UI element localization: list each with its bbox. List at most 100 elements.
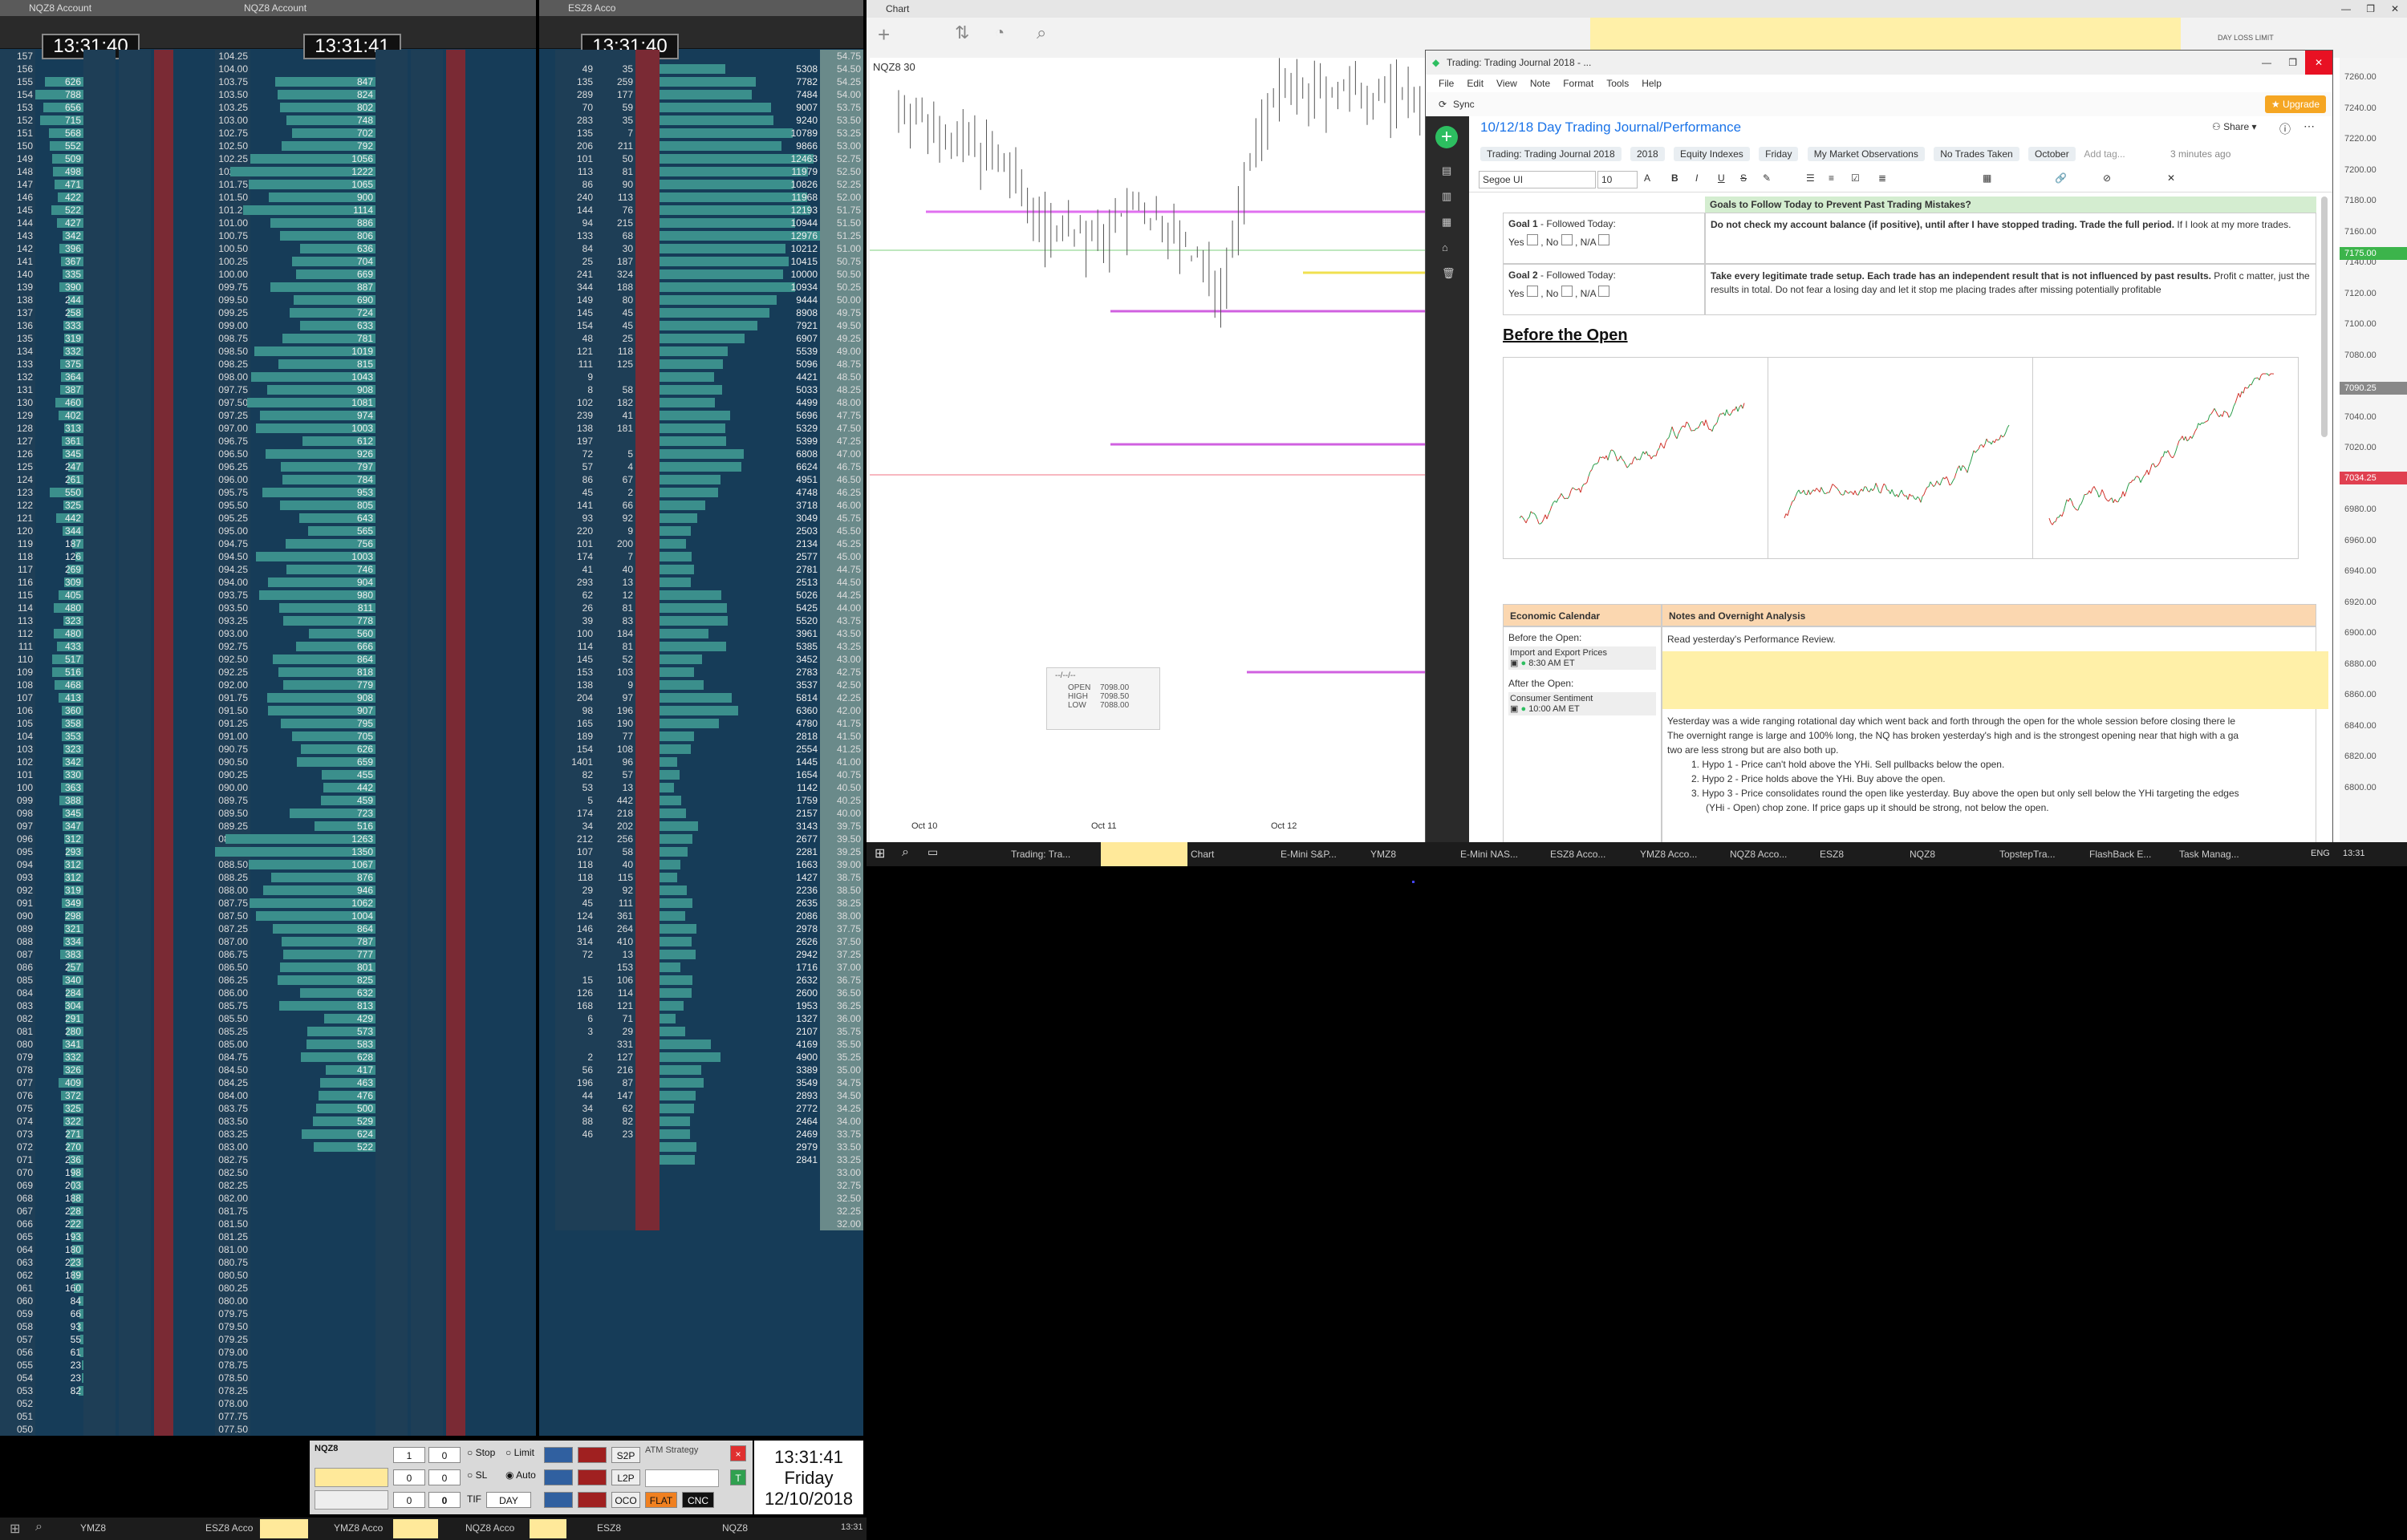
stop-column[interactable] <box>154 666 173 679</box>
sell-column[interactable] <box>635 845 660 858</box>
buy-column[interactable] <box>375 922 408 935</box>
stop-column[interactable] <box>446 743 465 756</box>
sell-column[interactable] <box>635 114 660 127</box>
start-button[interactable]: ⊞ <box>875 845 885 861</box>
buy-column[interactable] <box>375 999 408 1012</box>
stop-column[interactable] <box>446 255 465 268</box>
buy-column[interactable] <box>83 204 116 217</box>
ask-size-cell[interactable]: 149 <box>555 294 595 306</box>
sell-column[interactable] <box>411 961 443 974</box>
stop-column[interactable] <box>446 1192 465 1205</box>
bid-size-cell[interactable] <box>595 50 635 63</box>
buy-column[interactable] <box>375 614 408 627</box>
buy-column[interactable] <box>83 1115 116 1128</box>
ladder-row[interactable]: 38.75 1427 118 115 <box>539 871 863 884</box>
ladder-row[interactable]: 115 405 <box>0 589 215 602</box>
sell-column[interactable] <box>635 294 660 306</box>
stop-column[interactable] <box>154 345 173 358</box>
qty-input-6[interactable]: 0 <box>428 1492 461 1508</box>
sell-column[interactable] <box>635 614 660 627</box>
stop-column[interactable] <box>154 1089 173 1102</box>
sell-column[interactable] <box>635 961 660 974</box>
bid-size-cell[interactable]: 410 <box>595 935 635 948</box>
stop-column[interactable] <box>446 486 465 499</box>
upgrade-button[interactable]: ★ Upgrade <box>2264 95 2326 113</box>
ladder-row[interactable]: 101.50 900 <box>215 191 536 204</box>
sell-column[interactable] <box>635 640 660 653</box>
price-cell[interactable]: 157 <box>0 50 35 63</box>
stop-column[interactable] <box>446 448 465 460</box>
sell-column[interactable] <box>411 1141 443 1153</box>
ladder-row[interactable]: 51.50 10944 94 215 <box>539 217 863 229</box>
ladder-row[interactable]: 113 323 <box>0 614 215 627</box>
sell-column[interactable] <box>119 1256 151 1269</box>
stop-column[interactable] <box>154 140 173 152</box>
sell-column[interactable] <box>635 383 660 396</box>
ladder-row[interactable]: 133 375 <box>0 358 215 371</box>
buy-column[interactable] <box>375 1295 408 1307</box>
buy-column[interactable] <box>83 1205 116 1218</box>
sell-column[interactable] <box>635 319 660 332</box>
price-cell[interactable]: 127 <box>0 435 35 448</box>
sell-column[interactable] <box>411 1153 443 1166</box>
stop-column[interactable] <box>154 371 173 383</box>
ladder-row[interactable]: 34.50 2893 44 147 <box>539 1089 863 1102</box>
ask-size-cell[interactable]: 146 <box>555 922 595 935</box>
sell-column[interactable] <box>635 88 660 101</box>
price-cell[interactable]: 107 <box>0 691 35 704</box>
ladder-row[interactable]: 101.00 886 <box>215 217 536 229</box>
ladder-row[interactable]: 138 244 <box>0 294 215 306</box>
sell-column[interactable] <box>119 409 151 422</box>
sell-column[interactable] <box>411 345 443 358</box>
stop-column[interactable] <box>154 165 173 178</box>
buy-column[interactable] <box>83 961 116 974</box>
ask-size-cell[interactable]: 138 <box>555 679 595 691</box>
price-cell[interactable]: 156 <box>0 63 35 75</box>
price-cell[interactable]: 128 <box>0 422 35 435</box>
sell-column[interactable] <box>119 1153 151 1166</box>
buy-column[interactable] <box>375 217 408 229</box>
ladder-row[interactable]: 099.50 690 <box>215 294 536 306</box>
menu-format[interactable]: Format <box>1563 78 1593 89</box>
bid-size-cell[interactable] <box>595 1179 635 1192</box>
taskbar-item[interactable]: ESZ8 <box>1820 842 1906 866</box>
sell-column[interactable] <box>411 897 443 910</box>
ladder-row[interactable]: 081.25 <box>215 1230 536 1243</box>
ladder-row[interactable]: 47.75 5696 239 41 <box>539 409 863 422</box>
stop-column[interactable] <box>154 1166 173 1179</box>
sell-column[interactable] <box>411 75 443 88</box>
buy-column[interactable] <box>83 1256 116 1269</box>
atm-select[interactable] <box>645 1469 719 1487</box>
close-button[interactable]: ✕ <box>2391 0 2399 18</box>
sell-column[interactable] <box>119 1410 151 1423</box>
stop-column[interactable] <box>154 1012 173 1025</box>
bid-size-cell[interactable]: 87 <box>595 1076 635 1089</box>
taskbar-item[interactable]: YMZ8 Acco <box>334 1522 383 1534</box>
ladder-row[interactable]: 054 23 <box>0 1372 215 1384</box>
sell-column[interactable] <box>119 1307 151 1320</box>
buy-column[interactable] <box>375 1128 408 1141</box>
ladder-row[interactable]: 095.50 805 <box>215 499 536 512</box>
tif-select[interactable]: DAY <box>486 1492 531 1508</box>
stop-column[interactable] <box>446 165 465 178</box>
buy-column[interactable] <box>375 884 408 897</box>
buy-column[interactable] <box>83 640 116 653</box>
sell-column[interactable] <box>635 858 660 871</box>
buy-column[interactable] <box>83 589 116 602</box>
buy-column[interactable] <box>375 845 408 858</box>
ladder-row[interactable]: 39.75 3143 34 202 <box>539 820 863 833</box>
sell-column[interactable] <box>635 1205 660 1218</box>
sell-column[interactable] <box>119 473 151 486</box>
ladder-row[interactable]: 148 498 <box>0 165 215 178</box>
ladder-row[interactable]: 089 321 <box>0 922 215 935</box>
link-icon[interactable]: 🔗 <box>2055 172 2067 184</box>
ask-size-cell[interactable]: 135 <box>555 75 595 88</box>
price-cell[interactable]: 139 <box>0 281 35 294</box>
ask-size-cell[interactable] <box>555 961 595 974</box>
sell-column[interactable] <box>119 1205 151 1218</box>
stop-column[interactable] <box>446 204 465 217</box>
stop-column[interactable] <box>154 448 173 460</box>
stop-column[interactable] <box>154 679 173 691</box>
bid-size-cell[interactable]: 153 <box>595 961 635 974</box>
sell-column[interactable] <box>411 448 443 460</box>
